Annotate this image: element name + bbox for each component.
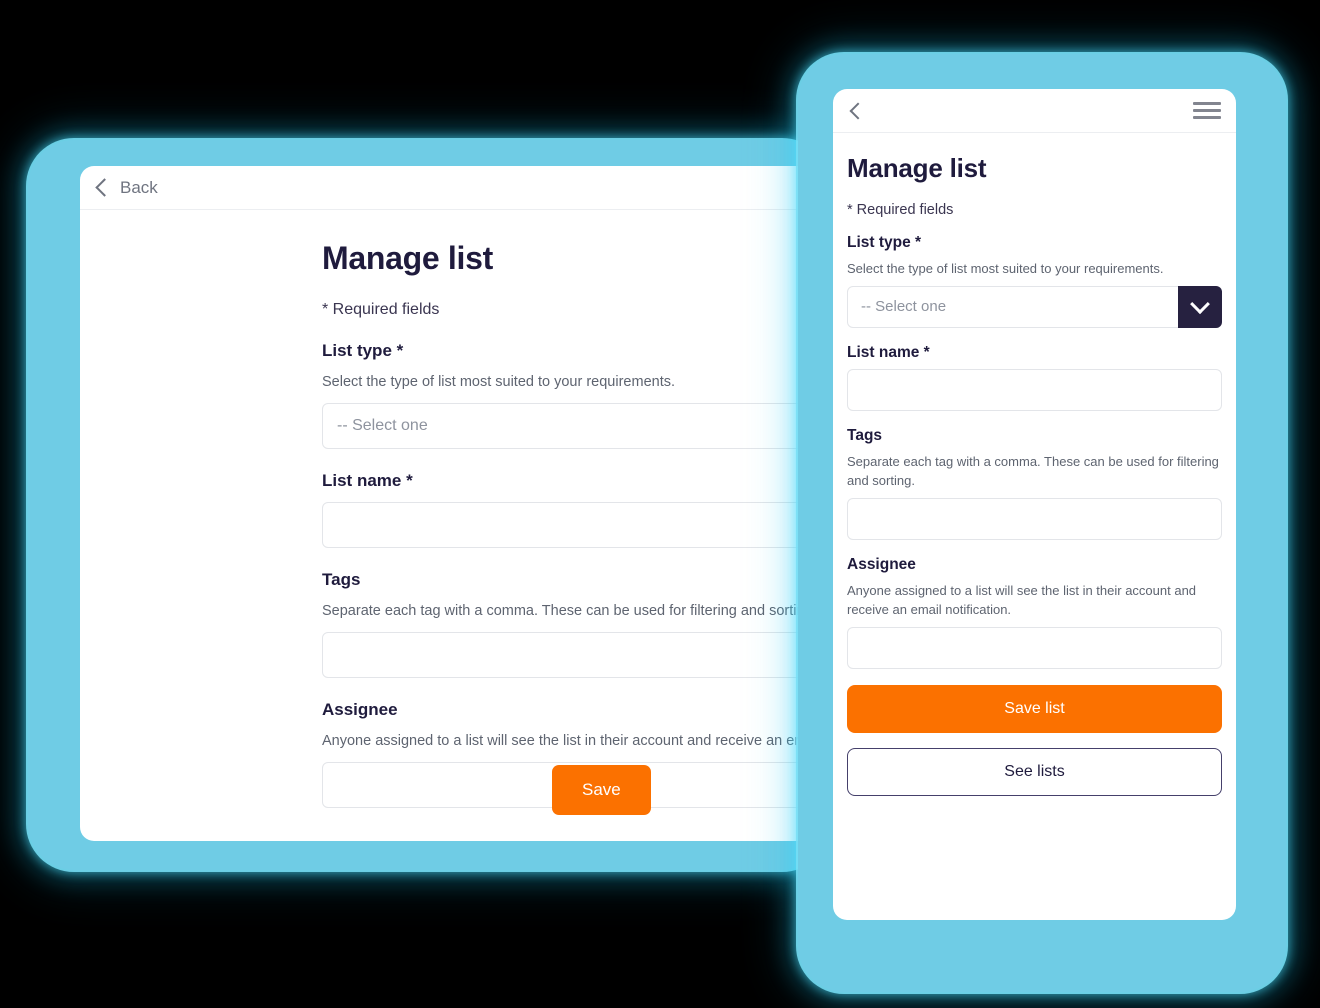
mobile-required-note: * Required fields	[847, 202, 954, 218]
mobile-help-assignee: Anyone assigned to a list will see the l…	[847, 582, 1197, 618]
desktop-back-button[interactable]: Back	[95, 177, 158, 198]
mobile-form-body: Manage list * Required fields List type …	[833, 133, 1236, 796]
mobile-list-type-select-wrap: -- Select one	[847, 285, 1222, 328]
mobile-assignee-input[interactable]	[847, 626, 1222, 669]
hamburger-line	[1193, 109, 1221, 112]
hamburger-menu-icon[interactable]	[1193, 98, 1221, 123]
mobile-list-name-input[interactable]	[847, 368, 1222, 411]
desktop-form-body: Manage list * Required fields List type …	[80, 210, 835, 841]
desktop-help-tags: Separate each tag with a comma. These ca…	[322, 603, 817, 620]
desktop-back-label: Back	[120, 177, 158, 197]
mobile-panel-card: Manage list * Required fields List type …	[833, 89, 1236, 920]
desktop-label-tags: Tags	[322, 570, 361, 590]
desktop-required-note: * Required fields	[322, 301, 440, 318]
mobile-label-list-type: List type *	[847, 234, 922, 251]
mobile-label-tags: Tags	[847, 426, 883, 444]
chevron-down-icon	[1190, 293, 1210, 314]
mobile-page-title: Manage list	[847, 153, 987, 183]
desktop-list-type-select-wrap: -- Select one	[322, 403, 835, 450]
desktop-topbar: Back	[80, 166, 835, 210]
desktop-save-button[interactable]: Save	[552, 765, 651, 815]
mobile-save-list-button[interactable]: Save list	[847, 684, 1222, 733]
desktop-label-list-type: List type *	[322, 341, 404, 360]
desktop-help-assignee: Anyone assigned to a list will see the l…	[322, 733, 835, 750]
chevron-left-icon[interactable]	[849, 102, 867, 119]
desktop-label-assignee: Assignee	[322, 700, 398, 720]
desktop-label-list-name: List name *	[322, 471, 413, 491]
desktop-list-type-select[interactable]: -- Select one	[322, 403, 835, 450]
mobile-help-list-type: Select the type of list most suited to y…	[847, 261, 1164, 276]
mobile-list-type-select[interactable]: -- Select one	[847, 285, 1222, 328]
mobile-see-lists-button[interactable]: See lists	[847, 747, 1222, 796]
mobile-label-list-name: List name *	[847, 343, 930, 361]
desktop-page-title: Manage list	[322, 240, 493, 276]
desktop-panel-card: Back Manage list * Required fields List …	[80, 166, 835, 841]
desktop-tags-input[interactable]	[322, 632, 835, 679]
mobile-help-tags: Separate each tag with a comma. These ca…	[847, 453, 1219, 489]
mobile-label-assignee: Assignee	[847, 555, 916, 573]
mobile-tags-input[interactable]	[847, 497, 1222, 540]
mobile-select-arrow-button[interactable]	[1178, 285, 1222, 328]
hamburger-line	[1193, 102, 1221, 105]
desktop-help-list-type: Select the type of list most suited to y…	[322, 374, 675, 390]
hamburger-line	[1193, 116, 1221, 119]
mobile-topbar	[833, 89, 1236, 133]
chevron-left-icon	[95, 178, 114, 197]
desktop-list-name-input[interactable]	[322, 502, 835, 549]
